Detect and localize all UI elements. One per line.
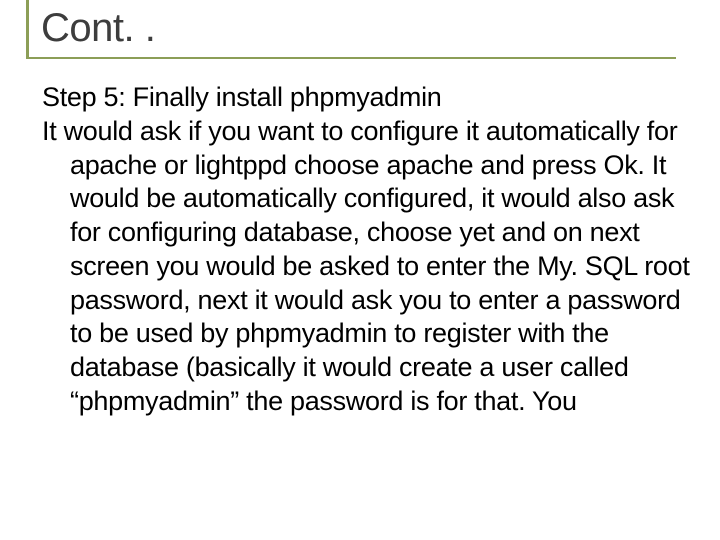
title-border: Cont. .	[26, 0, 676, 59]
step-heading: Step 5: Finally install phpmyadmin	[42, 81, 692, 115]
slide-content: Cont. . Step 5: Finally install phpmyadm…	[0, 0, 720, 540]
slide-body: Step 5: Finally install phpmyadmin It wo…	[42, 81, 692, 419]
slide-title: Cont. .	[41, 6, 676, 51]
description-text: It would ask if you want to configure it…	[42, 115, 692, 419]
step-description: It would ask if you want to configure it…	[42, 115, 692, 419]
